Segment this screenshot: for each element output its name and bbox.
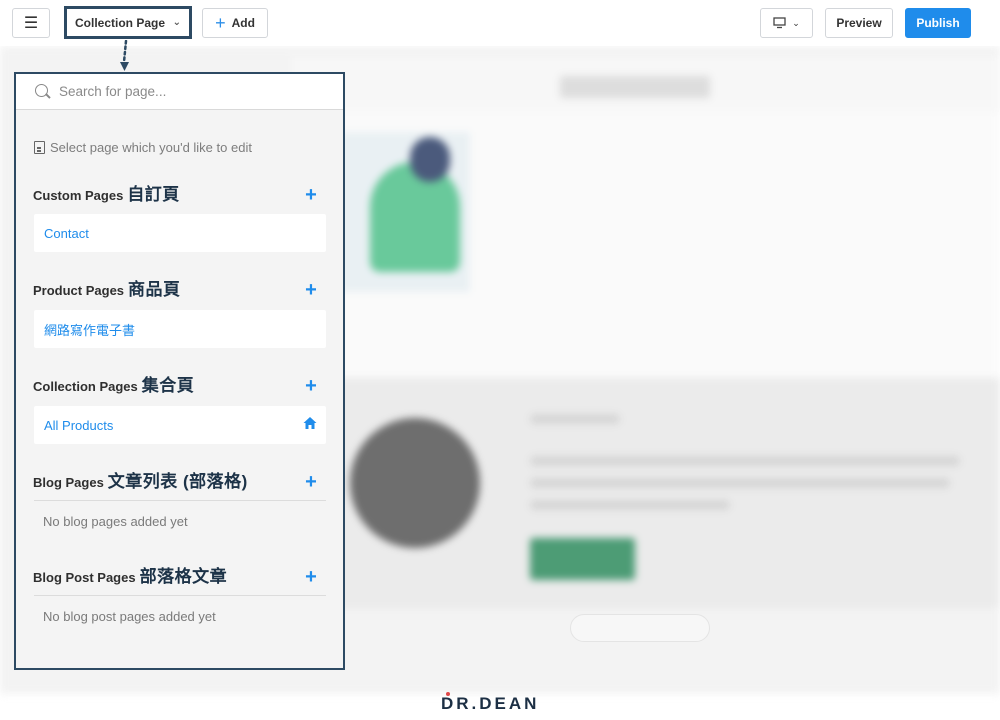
preview-header bbox=[290, 56, 1000, 112]
add-blog-page-icon[interactable]: + bbox=[304, 472, 318, 492]
product-pages-title: Product Pages 商品頁 bbox=[33, 275, 181, 300]
logo-d-letter: D bbox=[441, 692, 457, 713]
preview-product-section bbox=[290, 112, 1000, 378]
plus-icon: + bbox=[215, 13, 226, 33]
blog-pages-empty: No blog pages added yet bbox=[43, 514, 188, 529]
collection-pages-label: Collection Pages bbox=[33, 379, 138, 394]
collection-pages-title: Collection Pages 集合頁 bbox=[33, 371, 194, 396]
product-pages-label: Product Pages bbox=[33, 283, 125, 298]
menu-button[interactable]: ☰ bbox=[12, 8, 50, 38]
preview-text-line bbox=[530, 456, 960, 466]
preview-button[interactable]: Preview bbox=[825, 8, 893, 38]
custom-pages-label: Custom Pages bbox=[33, 188, 124, 203]
menu-icon: ☰ bbox=[23, 15, 39, 32]
blog-pages-label-zh: 文章列表 (部落格) bbox=[107, 472, 248, 491]
page-item-label: Contact bbox=[44, 225, 89, 241]
publish-button[interactable]: Publish bbox=[905, 8, 971, 38]
logo-text: R.DEAN bbox=[456, 694, 540, 713]
device-toggle-button[interactable]: ⌄ bbox=[760, 8, 813, 38]
preview-avatar bbox=[350, 418, 480, 548]
select-page-hint: Select page which you'd like to edit bbox=[34, 140, 252, 155]
blog-pages-title: Blog Pages 文章列表 (部落格) bbox=[33, 467, 248, 492]
page-selector-panel: Select page which you'd like to edit Cus… bbox=[14, 72, 345, 670]
logo-dot bbox=[446, 692, 450, 696]
add-collection-page-icon[interactable]: + bbox=[304, 376, 318, 396]
custom-pages-label-zh: 自訂頁 bbox=[127, 185, 180, 204]
preview-pill-button bbox=[570, 614, 710, 642]
preview-logo bbox=[560, 76, 710, 98]
chevron-down-icon: ⌄ bbox=[172, 17, 181, 28]
search-icon bbox=[34, 83, 52, 101]
add-button[interactable]: + Add bbox=[202, 8, 268, 38]
desktop-icon bbox=[773, 17, 786, 29]
collection-pages-label-zh: 集合頁 bbox=[141, 376, 195, 395]
page-select-dropdown[interactable]: Collection Page ⌄ bbox=[64, 6, 192, 39]
blog-post-pages-empty: No blog post pages added yet bbox=[43, 609, 216, 624]
chevron-down-icon: ⌄ bbox=[792, 17, 800, 28]
divider bbox=[34, 500, 326, 501]
home-icon bbox=[303, 417, 317, 429]
blog-post-pages-label-zh: 部落格文章 bbox=[139, 567, 228, 586]
dotted-arrow bbox=[120, 40, 129, 71]
blog-post-pages-title: Blog Post Pages 部落格文章 bbox=[33, 562, 227, 587]
page-item-label: All Products bbox=[44, 417, 114, 433]
document-icon bbox=[34, 141, 45, 154]
product-pages-label-zh: 商品頁 bbox=[128, 280, 181, 299]
add-custom-page-icon[interactable]: + bbox=[304, 185, 318, 205]
page-item-ebook[interactable]: 網路寫作電子書 bbox=[34, 310, 326, 348]
custom-pages-title: Custom Pages 自訂頁 bbox=[33, 180, 180, 205]
hint-text: Select page which you'd like to edit bbox=[50, 140, 252, 155]
page-item-contact[interactable]: Contact bbox=[34, 214, 326, 252]
add-product-page-icon[interactable]: + bbox=[304, 280, 318, 300]
preview-cta-button bbox=[530, 538, 635, 580]
add-label: Add bbox=[231, 16, 255, 30]
add-blog-post-page-icon[interactable]: + bbox=[304, 567, 318, 587]
preview-text-line bbox=[530, 414, 620, 424]
preview-text-line bbox=[530, 478, 950, 488]
page-search-bar bbox=[16, 74, 343, 110]
preview-illustration bbox=[370, 162, 460, 272]
preview-text-line bbox=[530, 500, 730, 510]
dr-dean-logo: D R.DEAN bbox=[441, 692, 540, 714]
page-select-label: Collection Page bbox=[75, 15, 166, 30]
page-item-all-products[interactable]: All Products bbox=[34, 406, 326, 444]
blog-pages-label: Blog Pages bbox=[33, 475, 104, 490]
editor-toolbar: ☰ Collection Page ⌄ + Add ⌄ Preview Publ… bbox=[0, 0, 1000, 46]
preview-illustration-head bbox=[410, 137, 450, 182]
divider bbox=[34, 595, 326, 596]
blog-post-pages-label: Blog Post Pages bbox=[33, 570, 136, 585]
page-item-label: 網路寫作電子書 bbox=[44, 322, 136, 338]
editor-screen: ☰ Collection Page ⌄ + Add ⌄ Preview Publ… bbox=[0, 0, 1000, 720]
preview-about-section bbox=[290, 378, 1000, 608]
page-search-input[interactable] bbox=[59, 84, 329, 99]
